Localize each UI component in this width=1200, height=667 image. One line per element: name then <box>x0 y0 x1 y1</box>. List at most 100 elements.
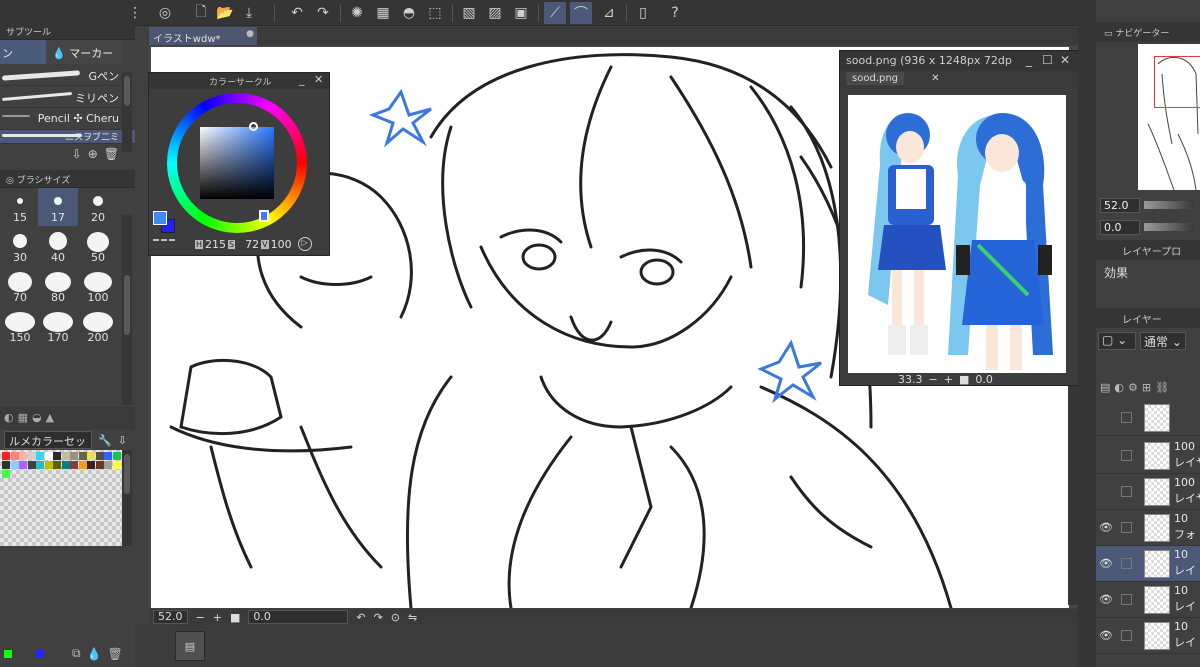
fill-icon[interactable]: ◓ <box>398 2 420 24</box>
size-20[interactable]: 20 <box>78 188 118 226</box>
green-swatch[interactable] <box>4 649 12 658</box>
layer-gear-icon[interactable]: ⚙ <box>1128 381 1138 394</box>
lock-box[interactable] <box>1121 450 1132 461</box>
layer-link-icon[interactable]: ⛓ <box>1155 381 1169 394</box>
deselect-icon[interactable]: ▨ <box>484 2 506 24</box>
document-tab[interactable]: イラストwdw* ● <box>149 27 257 45</box>
layer-palette-icon[interactable]: ▤ <box>1100 381 1110 394</box>
palette-scrollbar[interactable] <box>122 450 132 546</box>
handle-icon[interactable]: ⋮ <box>124 2 146 24</box>
size-40[interactable]: 40 <box>38 228 78 266</box>
approx-color-tab-icon[interactable]: ▲ <box>46 411 54 425</box>
sub-view-tab[interactable]: sood.png ✕ <box>840 71 1080 89</box>
eye-icon[interactable]: 👁 <box>1099 629 1113 643</box>
flip-icon[interactable]: ⇋ <box>408 611 417 624</box>
rotate-right-icon[interactable]: ↷ <box>374 611 383 624</box>
size-200[interactable]: 200 <box>78 308 118 346</box>
brush-size-scrollbar[interactable] <box>122 215 132 405</box>
snap-ruler-icon[interactable]: ⟋ <box>544 2 566 24</box>
color-swatch[interactable] <box>95 461 104 469</box>
color-swatch[interactable] <box>61 452 70 460</box>
color-swatch[interactable] <box>36 452 44 460</box>
color-swatch[interactable] <box>44 461 53 469</box>
navigator-rotation-slider[interactable] <box>1144 223 1194 231</box>
zoom-in-icon[interactable]: + <box>213 611 222 624</box>
close-icon[interactable]: ✕ <box>1060 53 1070 67</box>
blue-swatch[interactable] <box>36 649 44 658</box>
size-80[interactable]: 80 <box>38 268 78 306</box>
color-swatch[interactable] <box>27 452 36 460</box>
size-150[interactable]: 150 <box>2 308 38 346</box>
color-swatch[interactable] <box>104 461 112 469</box>
invert-selection-icon[interactable]: ▣ <box>510 2 532 24</box>
size-170[interactable]: 170 <box>38 308 78 346</box>
navigator-zoom-slider[interactable] <box>1144 201 1194 209</box>
color-swatch[interactable] <box>19 452 27 460</box>
layer-row[interactable]: 👁 10 レイ <box>1096 618 1200 654</box>
open-folder-icon[interactable]: 📂 <box>214 2 236 24</box>
layer-new-icon[interactable]: ⊞ <box>1142 381 1151 394</box>
navigator-rotation-value[interactable]: 0.0 <box>1100 219 1140 235</box>
size-17[interactable]: 17 <box>38 188 78 226</box>
download-icon[interactable]: ⇩ <box>118 434 127 447</box>
navigator-view-frame[interactable] <box>1154 56 1200 108</box>
help-icon[interactable]: ? <box>664 2 686 24</box>
trash-icon[interactable]: 🗑 <box>108 647 123 661</box>
save-icon[interactable]: ⤓ <box>238 2 260 24</box>
fit-icon[interactable]: ■ <box>230 611 240 624</box>
zoom-in-icon[interactable]: + <box>944 373 953 386</box>
size-50[interactable]: 50 <box>78 228 118 266</box>
color-swatch[interactable] <box>10 461 19 469</box>
size-15[interactable]: 15 <box>2 188 38 226</box>
sub-tool-scrollbar[interactable] <box>122 72 132 152</box>
fit-icon[interactable]: ■ <box>959 373 969 386</box>
color-swatch[interactable] <box>19 461 27 469</box>
import-icon[interactable]: ⇩ <box>72 147 82 161</box>
canvas-rotation-value[interactable]: 0.0 <box>248 610 349 624</box>
lock-box[interactable] <box>1121 522 1132 533</box>
new-canvas-icon[interactable]: 🗋 <box>190 2 212 24</box>
layer-drop-icon[interactable]: ◐ <box>1114 381 1124 394</box>
color-swatch[interactable] <box>61 461 70 469</box>
close-icon[interactable]: ● <box>246 29 254 39</box>
layer-row[interactable]: 👁 10 レイ <box>1096 546 1200 582</box>
layer-row[interactable] <box>1096 400 1200 436</box>
color-swatch[interactable] <box>10 452 19 460</box>
zoom-out-icon[interactable]: − <box>929 373 938 386</box>
mode-toggle-icon[interactable]: ▷ <box>297 237 312 251</box>
lock-box[interactable] <box>1121 630 1132 641</box>
transparent-color-icon[interactable] <box>153 239 175 245</box>
color-swatch[interactable] <box>36 461 44 469</box>
color-swatch[interactable] <box>2 461 10 469</box>
smartphone-icon[interactable]: ▯ <box>632 2 654 24</box>
visibility-empty-icon[interactable] <box>1099 485 1113 499</box>
color-swatch[interactable] <box>112 461 121 469</box>
layer-row[interactable]: 100 レイヤ <box>1096 438 1200 474</box>
sub-view-titlebar[interactable]: sood.png (936 x 1248px 72dp _ ☐ ✕ <box>840 51 1080 71</box>
size-100[interactable]: 100 <box>78 268 118 306</box>
blend-mode-select[interactable]: 通常 ⌄ <box>1140 332 1186 350</box>
main-color-swatch[interactable] <box>153 211 167 225</box>
copy-icon[interactable]: ⧉ <box>72 646 81 661</box>
color-swatch[interactable] <box>95 452 104 460</box>
redo-icon[interactable]: ↷ <box>312 2 334 24</box>
panel-toggle-button[interactable]: ▤ <box>175 631 205 661</box>
color-swatch[interactable] <box>70 461 78 469</box>
close-icon[interactable]: ✕ <box>931 73 939 84</box>
color-circle-titlebar[interactable]: カラーサークル _ ✕ <box>149 73 329 89</box>
color-mode-select[interactable]: ▢ ⌄ <box>1098 332 1136 350</box>
hue-marker[interactable] <box>259 210 269 222</box>
sub-view-rotation[interactable]: 0.0 <box>975 373 993 386</box>
brightness-value[interactable]: 100 <box>271 238 292 251</box>
navigator-preview[interactable] <box>1138 44 1200 190</box>
fill-drop-icon[interactable]: 💧 <box>87 647 102 661</box>
color-swatch[interactable] <box>70 452 78 460</box>
color-swatches[interactable] <box>0 450 122 546</box>
color-swatch[interactable] <box>112 452 121 460</box>
color-swatch[interactable] <box>104 452 112 460</box>
duplicate-icon[interactable]: ⊕ <box>88 147 98 161</box>
eye-icon[interactable]: 👁 <box>1099 521 1113 535</box>
sub-view-zoom[interactable]: 33.3 <box>898 373 923 386</box>
color-swatch[interactable] <box>27 461 36 469</box>
reference-image[interactable] <box>848 95 1066 373</box>
